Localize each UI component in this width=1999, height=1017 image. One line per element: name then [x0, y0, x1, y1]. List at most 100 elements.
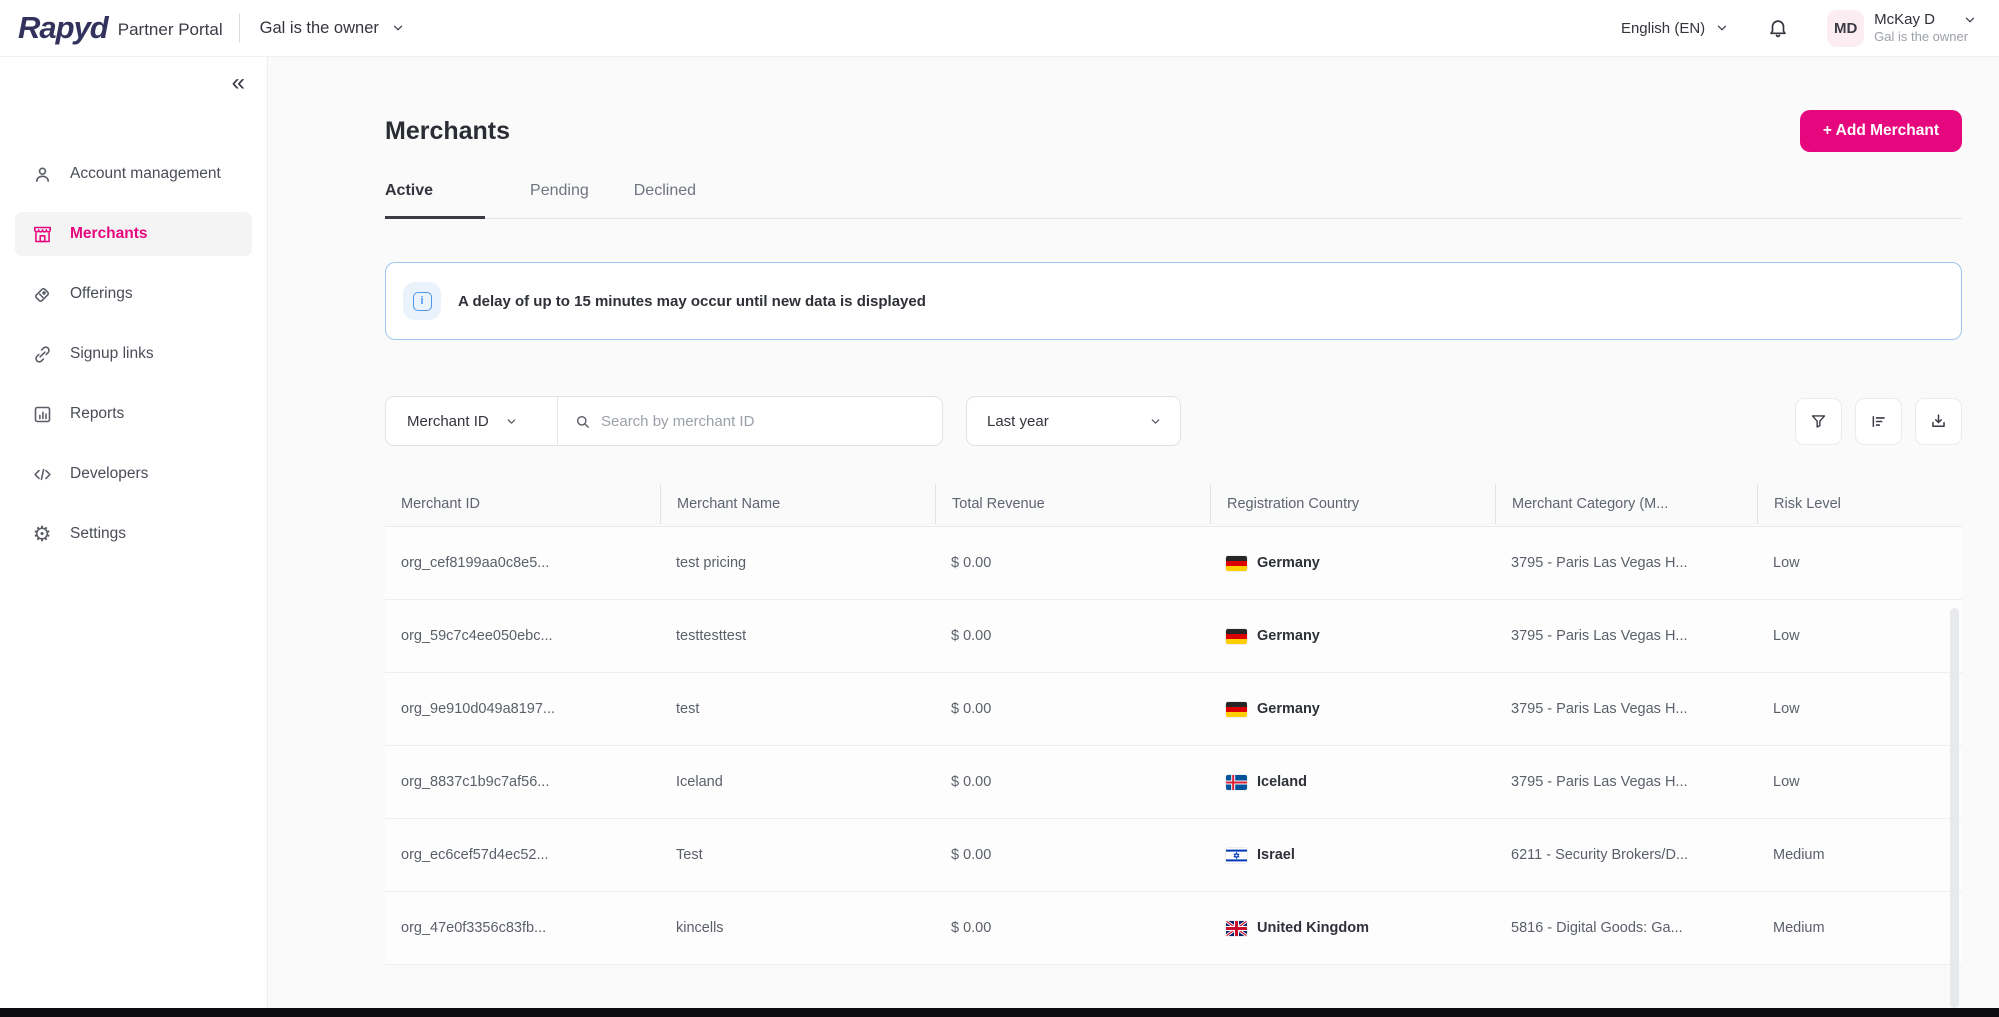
cell-risk-level: Medium: [1757, 892, 1962, 964]
cell-total-revenue: $ 0.00: [935, 600, 1210, 672]
column-header-merchant-name[interactable]: Merchant Name: [660, 484, 935, 524]
sidebar-item-label: Signup links: [70, 345, 154, 363]
cell-registration-country: United Kingdom: [1210, 892, 1495, 964]
sidebar-item-signup-links[interactable]: Signup links: [15, 332, 252, 376]
cell-merchant-id: org_47e0f3356c83fb...: [385, 892, 660, 964]
language-dropdown[interactable]: English (EN): [1621, 20, 1729, 37]
country-name: Israel: [1257, 847, 1295, 863]
table-row[interactable]: org_ec6cef57d4ec52... Test $ 0.00 Israel…: [385, 819, 1962, 892]
user-role: Gal is the owner: [1874, 29, 1977, 45]
window-bottom-edge: [0, 1008, 1999, 1017]
column-header-merchant-category[interactable]: Merchant Category (M...: [1495, 484, 1757, 524]
column-header-total-revenue[interactable]: Total Revenue: [935, 484, 1210, 524]
flag-icon-il: [1226, 848, 1247, 863]
cell-merchant-category: 5816 - Digital Goods: Ga...: [1495, 892, 1757, 964]
download-icon: [1929, 412, 1948, 431]
chevron-down-icon: [391, 21, 405, 35]
chevron-down-icon: [1149, 415, 1162, 428]
search-input[interactable]: [601, 413, 926, 430]
date-range-label: Last year: [987, 413, 1049, 430]
search-field-dropdown[interactable]: Merchant ID: [386, 397, 558, 445]
tag-icon: [31, 283, 53, 305]
sort-button[interactable]: [1855, 398, 1902, 445]
flag-icon-is: [1226, 775, 1247, 790]
filter-button[interactable]: [1795, 398, 1842, 445]
tab-active[interactable]: Active: [385, 182, 485, 219]
sidebar-item-settings[interactable]: ⚙ Settings: [15, 512, 252, 556]
cell-total-revenue: $ 0.00: [935, 746, 1210, 818]
sidebar-item-reports[interactable]: Reports: [15, 392, 252, 436]
table-row[interactable]: org_9e910d049a8197... test $ 0.00 German…: [385, 673, 1962, 746]
search-group: Merchant ID: [385, 396, 943, 446]
cell-merchant-id: org_59c7c4ee050ebc...: [385, 600, 660, 672]
filter-icon: [1809, 412, 1828, 431]
cell-merchant-id: org_ec6cef57d4ec52...: [385, 819, 660, 891]
chevron-down-icon: [1715, 21, 1729, 35]
table-row[interactable]: org_47e0f3356c83fb... kincells $ 0.00 Un…: [385, 892, 1962, 965]
sidebar-item-label: Merchants: [70, 225, 148, 243]
header-right: English (EN) MD McKay D Gal is the owner: [1621, 10, 1977, 47]
sidebar-item-account-management[interactable]: Account management: [15, 152, 252, 196]
cell-merchant-id: org_8837c1b9c7af56...: [385, 746, 660, 818]
tab-pending[interactable]: Pending: [530, 182, 589, 218]
cell-merchant-category: 3795 - Paris Las Vegas H...: [1495, 673, 1757, 745]
user-icon: [31, 163, 53, 185]
table-row[interactable]: org_cef8199aa0c8e5... test pricing $ 0.0…: [385, 527, 1962, 600]
table-body: org_cef8199aa0c8e5... test pricing $ 0.0…: [385, 526, 1962, 965]
page-title: Merchants: [385, 117, 510, 146]
sidebar-item-merchants[interactable]: Merchants: [15, 212, 252, 256]
user-menu[interactable]: McKay D Gal is the owner: [1874, 11, 1977, 46]
country-name: Germany: [1257, 701, 1320, 717]
sidebar-collapse-icon[interactable]: «: [232, 71, 245, 95]
column-header-registration-country[interactable]: Registration Country: [1210, 484, 1495, 524]
table-row[interactable]: org_59c7c4ee050ebc... testtesttest $ 0.0…: [385, 600, 1962, 673]
sidebar: « Account management Merchants: [0, 57, 268, 1017]
user-name: McKay D: [1874, 11, 1935, 30]
avatar[interactable]: MD: [1827, 10, 1864, 47]
country-name: Germany: [1257, 628, 1320, 644]
filter-row: Merchant ID Last year: [385, 396, 1962, 446]
gear-icon: ⚙: [31, 523, 53, 545]
date-range-dropdown[interactable]: Last year: [966, 396, 1181, 446]
sidebar-item-offerings[interactable]: Offerings: [15, 272, 252, 316]
column-header-risk-level[interactable]: Risk Level: [1757, 484, 1962, 524]
rapyd-logo: Rapyd: [18, 10, 108, 46]
product-label: Partner Portal: [118, 20, 223, 40]
sidebar-item-developers[interactable]: Developers: [15, 452, 252, 496]
cell-registration-country: Germany: [1210, 673, 1495, 745]
info-icon: i: [403, 282, 441, 320]
cell-risk-level: Low: [1757, 746, 1962, 818]
add-merchant-button[interactable]: + Add Merchant: [1800, 110, 1962, 152]
header-divider: [239, 13, 240, 43]
info-banner: i A delay of up to 15 minutes may occur …: [385, 262, 1962, 340]
sidebar-item-label: Offerings: [70, 285, 133, 303]
cell-risk-level: Low: [1757, 600, 1962, 672]
table-row[interactable]: org_8837c1b9c7af56... Iceland $ 0.00 Ice…: [385, 746, 1962, 819]
cell-merchant-id: org_9e910d049a8197...: [385, 673, 660, 745]
search-icon: [574, 413, 591, 430]
language-label: English (EN): [1621, 20, 1705, 37]
cell-registration-country: Germany: [1210, 527, 1495, 599]
cell-registration-country: Israel: [1210, 819, 1495, 891]
tab-declined[interactable]: Declined: [634, 182, 696, 218]
notifications-bell-icon[interactable]: [1767, 17, 1789, 39]
cell-total-revenue: $ 0.00: [935, 892, 1210, 964]
tabs: Active Pending Declined: [385, 182, 1962, 219]
cell-risk-level: Low: [1757, 673, 1962, 745]
avatar-initials: MD: [1834, 20, 1857, 37]
account-owner-dropdown[interactable]: Gal is the owner: [260, 19, 405, 38]
cell-merchant-category: 3795 - Paris Las Vegas H...: [1495, 600, 1757, 672]
cell-total-revenue: $ 0.00: [935, 527, 1210, 599]
flag-icon-gb: [1226, 921, 1247, 936]
column-header-merchant-id[interactable]: Merchant ID: [385, 484, 660, 524]
search-box: [558, 397, 942, 445]
top-header: Rapyd Partner Portal Gal is the owner En…: [0, 0, 1999, 57]
flag-icon-de: [1226, 556, 1247, 571]
flag-icon-de: [1226, 702, 1247, 717]
account-owner-label: Gal is the owner: [260, 19, 379, 38]
cell-merchant-name: test pricing: [660, 527, 935, 599]
bar-chart-icon: [31, 403, 53, 425]
table-vertical-scrollbar[interactable]: [1950, 608, 1959, 1008]
download-button[interactable]: [1915, 398, 1962, 445]
cell-merchant-category: 6211 - Security Brokers/D...: [1495, 819, 1757, 891]
